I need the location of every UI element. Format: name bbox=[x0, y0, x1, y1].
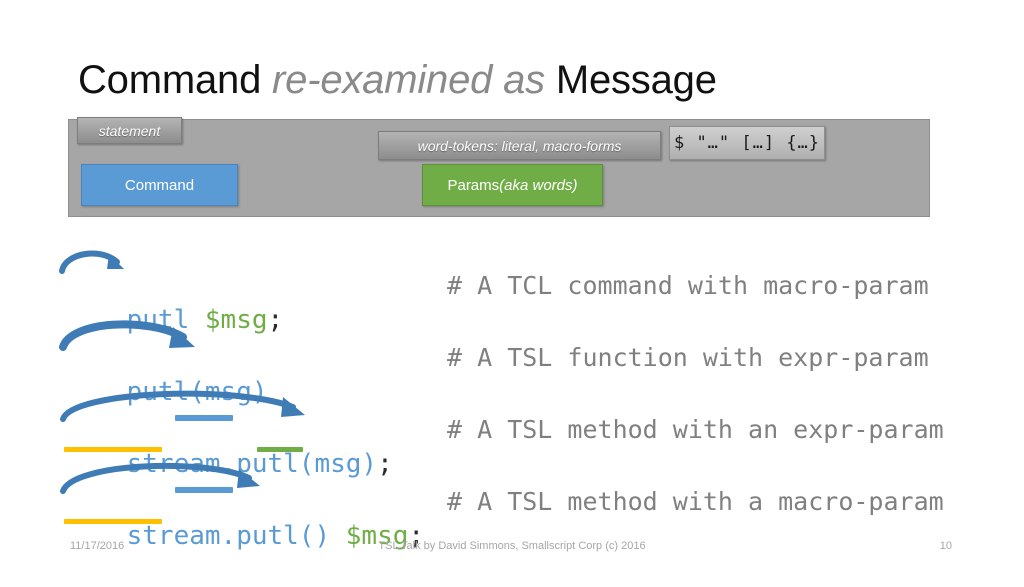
code-row: stream.putl() $msg; # A TSL method with … bbox=[0, 462, 1024, 551]
token-forms-tag: $ "…" […] {…} bbox=[669, 126, 825, 160]
word-tokens-tag-label: word-tokens: literal, macro-forms bbox=[417, 137, 622, 154]
code-comment-4: # A TSL method with a macro-param bbox=[447, 487, 944, 516]
code-row: putl $msg; # A TCL command with macro-pa… bbox=[0, 247, 1024, 335]
code-row: stream.putl(msg); # A TSL method with an… bbox=[0, 390, 1024, 479]
command-box: Command bbox=[81, 164, 238, 206]
params-box-label-em: (aka words) bbox=[499, 176, 578, 194]
putl-overline-marker bbox=[175, 415, 233, 421]
footer-attribution: TSL Talk by David Simmons, Smallscript C… bbox=[378, 540, 646, 552]
code-comment-2: # A TSL function with expr-param bbox=[447, 343, 929, 372]
statement-tag: statement bbox=[77, 117, 182, 144]
page-title-part-3: Message bbox=[544, 58, 717, 102]
token-forms-tag-label: $ "…" […] {…} bbox=[673, 133, 821, 153]
statement-tag-label: statement bbox=[98, 122, 161, 139]
msg-underline-marker bbox=[257, 447, 303, 452]
footer-page-number: 10 bbox=[939, 540, 952, 552]
code-row: putl(msg) # A TSL function with expr-par… bbox=[0, 319, 1024, 407]
word-tokens-tag: word-tokens: literal, macro-forms bbox=[378, 131, 661, 160]
params-box: Params (aka words) bbox=[422, 164, 603, 206]
command-box-label: Command bbox=[124, 176, 195, 194]
statement-diagram: statement word-tokens: literal, macro-fo… bbox=[68, 117, 930, 217]
page-title-part-1: Command bbox=[78, 58, 273, 102]
params-box-label: Params bbox=[447, 176, 500, 194]
code-comment-3: # A TSL method with an expr-param bbox=[447, 415, 944, 444]
page-title-part-2: re-examined as bbox=[272, 58, 545, 102]
code-comment-1: # A TCL command with macro-param bbox=[447, 271, 929, 300]
stream-underline-marker bbox=[64, 447, 162, 452]
page-title: Command re-examined as Message bbox=[78, 56, 717, 104]
stream-underline-marker bbox=[64, 519, 162, 524]
slide-footer: 11/17/2016 TSL Talk by David Simmons, Sm… bbox=[0, 536, 1024, 560]
putl-overline-marker bbox=[175, 487, 233, 493]
